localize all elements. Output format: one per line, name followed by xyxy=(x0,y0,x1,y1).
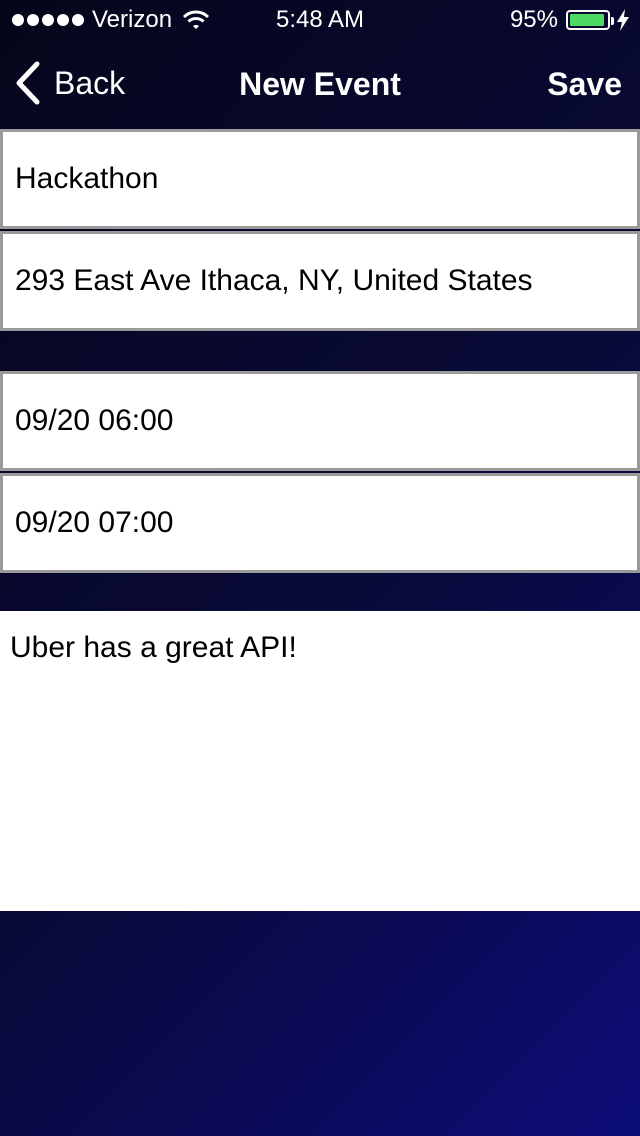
battery-percent: 95% xyxy=(509,6,558,33)
battery-fill xyxy=(570,14,605,26)
event-notes-textarea[interactable]: Uber has a great API! xyxy=(0,611,640,911)
page-title: New Event xyxy=(239,66,401,102)
battery-icon xyxy=(566,10,614,30)
event-title-field[interactable]: Hackathon xyxy=(0,129,640,229)
status-right: 95% xyxy=(510,6,630,34)
save-button[interactable]: Save xyxy=(547,66,622,103)
event-location-field[interactable]: 293 East Ave Ithaca, NY, United States xyxy=(0,231,640,331)
navigation-bar: Back New Event Save xyxy=(0,40,640,128)
charging-bolt-icon xyxy=(617,9,629,31)
status-bar: Verizon 5:48 AM 95% xyxy=(0,0,640,40)
event-start-time-field[interactable]: 09/20 06:00 xyxy=(0,371,640,471)
event-end-time-field[interactable]: 09/20 07:00 xyxy=(0,473,640,573)
